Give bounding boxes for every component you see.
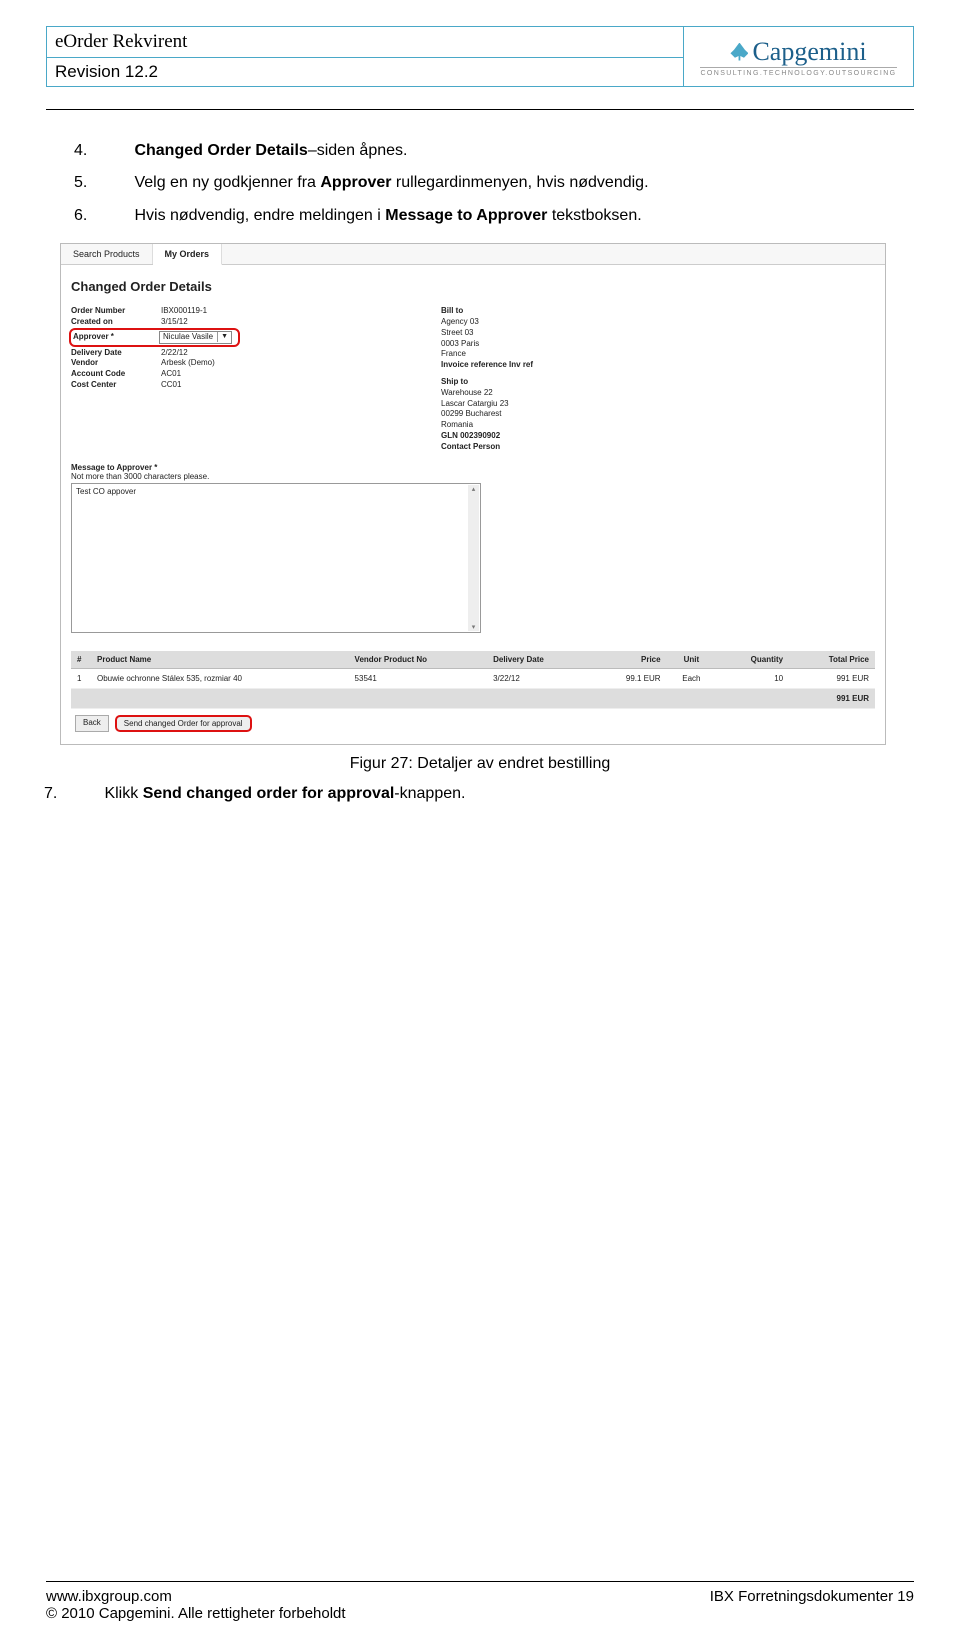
footer-url[interactable]: www.ibxgroup.com: [46, 1588, 172, 1605]
tab-my-orders[interactable]: My Orders: [153, 244, 223, 265]
step-4: 4. Changed Order Details–siden åpnes.: [104, 140, 886, 162]
logo-text: Capgemini: [752, 37, 866, 67]
step-7: 7. Klikk Send changed order for approval…: [74, 785, 886, 803]
message-input[interactable]: Test CO appover ▴▾: [71, 483, 481, 633]
send-changed-order-button[interactable]: Send changed Order for approval: [115, 715, 252, 732]
logo-tagline: CONSULTING.TECHNOLOGY.OUTSOURCING: [700, 67, 896, 77]
back-button[interactable]: Back: [75, 715, 109, 732]
doc-title: eOrder Rekvirent: [46, 26, 684, 58]
scrollbar[interactable]: ▴▾: [468, 485, 479, 631]
message-label: Message to Approver *: [71, 463, 875, 472]
doc-header: eOrder Rekvirent Revision 12.2 Capgemini…: [46, 26, 914, 87]
doc-revision: Revision 12.2: [46, 58, 684, 87]
footer-copyright: © 2010 Capgemini. Alle rettigheter forbe…: [46, 1605, 914, 1622]
footer-divider: [46, 1581, 914, 1582]
table-total-row: 991 EUR: [71, 688, 875, 708]
footer-page-info: IBX Forretningsdokumenter 19: [710, 1588, 914, 1605]
message-hint: Not more than 3000 characters please.: [71, 472, 875, 481]
steps-list: 4. Changed Order Details–siden åpnes. 5.…: [74, 140, 886, 227]
chevron-down-icon: ▼: [217, 332, 228, 341]
brand-logo: Capgemini CONSULTING.TECHNOLOGY.OUTSOURC…: [684, 26, 914, 87]
step-5: 5. Velg en ny godkjenner fra Approver ru…: [104, 172, 886, 194]
step-6: 6. Hvis nødvendig, endre meldingen i Mes…: [104, 205, 886, 227]
approver-dropdown[interactable]: Niculae Vasile ▼: [159, 331, 232, 344]
order-details-left: Order NumberIBX000119-1 Created on3/15/1…: [71, 306, 381, 452]
app-screenshot: Search Products My Orders Changed Order …: [60, 243, 886, 744]
approver-highlight: Approver * Niculae Vasile ▼: [69, 328, 240, 347]
order-details-right: Bill to Agency 03 Street 03 0003 Paris F…: [441, 306, 875, 452]
spade-icon: [730, 43, 748, 61]
page-footer: www.ibxgroup.com IBX Forretningsdokument…: [46, 1581, 914, 1622]
page-title: Changed Order Details: [71, 279, 875, 294]
header-divider: [46, 109, 914, 110]
table-row: 1 Obuwie ochronne Stálex 535, rozmiar 40…: [71, 668, 875, 688]
tab-search-products[interactable]: Search Products: [61, 244, 153, 264]
line-items-table: # Product Name Vendor Product No Deliver…: [71, 651, 875, 709]
figure-caption: Figur 27: Detaljer av endret bestilling: [74, 755, 886, 773]
tabs: Search Products My Orders: [61, 244, 885, 265]
